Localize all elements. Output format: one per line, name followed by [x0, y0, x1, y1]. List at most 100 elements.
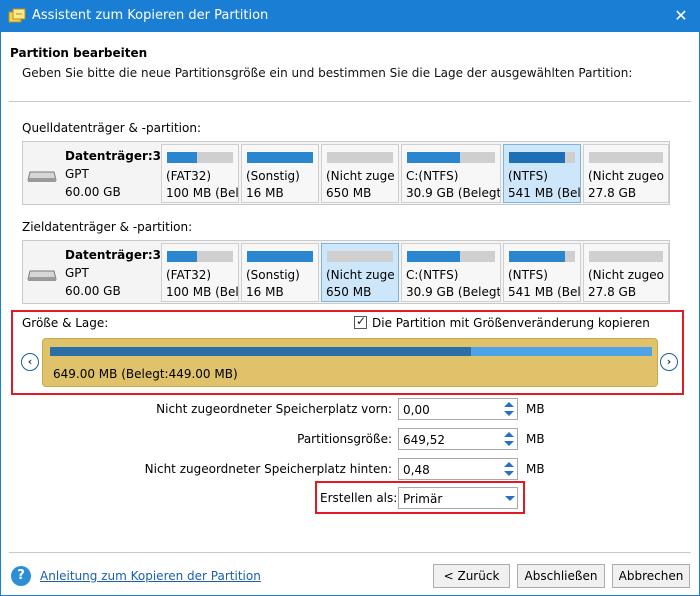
- disk-name: Datenträger:3: [65, 149, 162, 163]
- spin-up-icon[interactable]: [504, 432, 514, 437]
- close-button[interactable]: ✕: [670, 6, 692, 26]
- spin-up-icon[interactable]: [504, 462, 514, 467]
- page-title: Partition bearbeiten: [10, 46, 148, 60]
- partition-usage-fill: [509, 251, 565, 262]
- page-description: Geben Sie bitte die neue Partitionsgröße…: [22, 66, 633, 80]
- partition-size-value: 649,52: [403, 433, 445, 447]
- partition-tile[interactable]: C:(NTFS) 30.9 GB (Belegt:: [401, 144, 501, 203]
- disk-type: GPT: [65, 167, 89, 181]
- finish-button[interactable]: Abschließen: [517, 564, 605, 588]
- partition-usage-bar: [407, 251, 495, 262]
- partition-tile[interactable]: (Nicht zuge 650 MB: [321, 144, 399, 203]
- partition-size-input[interactable]: 649,52: [398, 428, 518, 450]
- unallocated-after-value: 0,48: [403, 463, 430, 477]
- size-location-label: Größe & Lage:: [22, 316, 109, 330]
- spinner[interactable]: [501, 429, 517, 449]
- move-right-button[interactable]: ›: [660, 353, 678, 371]
- unallocated-after-input[interactable]: 0,48: [398, 458, 518, 480]
- resize-copy-checkbox-label[interactable]: Die Partition mit Größenveränderung kopi…: [372, 316, 650, 330]
- partition-usage-bar: [509, 251, 575, 262]
- partition-usage-fill: [247, 251, 313, 262]
- unit-label: MB: [526, 462, 545, 476]
- partition-usage-fill: [509, 152, 565, 163]
- target-disk-label: Zieldatenträger & -partition:: [22, 220, 193, 234]
- partition-tile[interactable]: (Nicht zugeo 27.8 GB: [583, 243, 669, 302]
- partition-filesystem: C:(NTFS): [406, 169, 459, 183]
- help-icon[interactable]: ?: [11, 566, 31, 586]
- partition-filesystem: (FAT32): [166, 268, 212, 282]
- disk-size: 60.00 GB: [65, 185, 121, 199]
- spin-down-icon[interactable]: [504, 411, 514, 416]
- cancel-button[interactable]: Abbrechen: [612, 564, 690, 588]
- spinner[interactable]: [501, 399, 517, 419]
- resize-copy-checkbox[interactable]: ✓: [354, 314, 367, 329]
- partition-usage-bar: [167, 251, 233, 262]
- unallocated-before-input[interactable]: 0,00: [398, 398, 518, 420]
- partition-tile[interactable]: (FAT32) 100 MB (Bel: [161, 144, 239, 203]
- partition-filesystem: (Nicht zuge: [326, 169, 395, 183]
- partition-tile[interactable]: (FAT32) 100 MB (Bel: [161, 243, 239, 302]
- partition-usage-bar: [509, 152, 575, 163]
- spin-down-icon[interactable]: [504, 441, 514, 446]
- footer-divider: [9, 552, 691, 553]
- unallocated-after-label: Nicht zugeordneter Speicherplatz hinten:: [144, 462, 392, 476]
- create-as-label: Erstellen als:: [320, 491, 398, 505]
- partition-size-slider[interactable]: 649.00 MB (Belegt:449.00 MB): [42, 338, 658, 387]
- slider-used-portion: [50, 347, 472, 356]
- create-as-value: Primär: [403, 492, 443, 506]
- partition-usage-fill: [407, 251, 460, 262]
- back-button[interactable]: < Zurück: [433, 564, 510, 588]
- partition-usage-bar: [589, 152, 663, 163]
- slider-track: [50, 347, 652, 356]
- slider-size-text: 649.00 MB (Belegt:449.00 MB): [53, 367, 238, 381]
- partition-usage-bar: [589, 251, 663, 262]
- partition-size: 650 MB: [326, 285, 372, 299]
- checkmark-icon: ✓: [356, 314, 367, 328]
- partition-tile[interactable]: (Sonstig) 16 MB: [241, 144, 319, 203]
- partition-tile[interactable]: (Nicht zugeo 27.8 GB: [583, 144, 669, 203]
- partition-tile[interactable]: (Sonstig) 16 MB: [241, 243, 319, 302]
- partition-size: 100 MB (Bel: [166, 186, 239, 200]
- spinner[interactable]: [501, 459, 517, 479]
- partition-usage-bar: [167, 152, 233, 163]
- partition-tile[interactable]: (Nicht zuge 650 MB: [321, 243, 399, 302]
- partition-tile[interactable]: (NTFS) 541 MB (Bel: [503, 144, 581, 203]
- partition-tile[interactable]: (NTFS) 541 MB (Bel: [503, 243, 581, 302]
- hard-disk-icon: [27, 270, 57, 281]
- partition-size: 541 MB (Bel: [508, 186, 581, 200]
- partition-filesystem: (Nicht zuge: [326, 268, 395, 282]
- partition-usage-bar: [327, 251, 393, 262]
- partition-tile[interactable]: C:(NTFS) 30.9 GB (Belegt:: [401, 243, 501, 302]
- partition-size: 16 MB: [246, 186, 284, 200]
- partition-filesystem: (NTFS): [508, 268, 548, 282]
- disk-type: GPT: [65, 266, 89, 280]
- partition-usage-bar: [407, 152, 495, 163]
- partition-size-label: Partitionsgröße:: [297, 432, 392, 446]
- spin-down-icon[interactable]: [504, 471, 514, 476]
- partition-usage-fill: [167, 152, 197, 163]
- partition-size: 100 MB (Bel: [166, 285, 239, 299]
- header-divider: [9, 101, 691, 102]
- partition-usage-fill: [167, 251, 197, 262]
- partition-size: 27.8 GB: [588, 186, 637, 200]
- disk-name: Datenträger:3: [65, 248, 162, 262]
- unit-label: MB: [526, 402, 545, 416]
- partition-usage-fill: [407, 152, 460, 163]
- target-disk-info[interactable]: Datenträger:3 GPT 60.00 GB: [23, 241, 162, 303]
- partition-filesystem: (Nicht zugeo: [588, 268, 664, 282]
- source-disk-map: Datenträger:3 GPT 60.00 GB (FAT32) 100 MB…: [22, 141, 670, 205]
- unallocated-before-value: 0,00: [403, 403, 430, 417]
- spin-up-icon[interactable]: [504, 402, 514, 407]
- create-as-select[interactable]: Primär: [398, 487, 518, 509]
- unallocated-before-label: Nicht zugeordneter Speicherplatz vorn:: [156, 402, 392, 416]
- help-link[interactable]: Anleitung zum Kopieren der Partition: [40, 569, 261, 583]
- move-left-button[interactable]: ‹: [21, 353, 39, 371]
- partition-usage-bar: [327, 152, 393, 163]
- hard-disk-icon: [27, 171, 57, 182]
- partition-filesystem: C:(NTFS): [406, 268, 459, 282]
- partition-filesystem: (FAT32): [166, 169, 212, 183]
- partition-size: 30.9 GB (Belegt:: [406, 186, 501, 200]
- partition-filesystem: (Sonstig): [246, 169, 300, 183]
- source-disk-info[interactable]: Datenträger:3 GPT 60.00 GB: [23, 142, 162, 204]
- partition-filesystem: (NTFS): [508, 169, 548, 183]
